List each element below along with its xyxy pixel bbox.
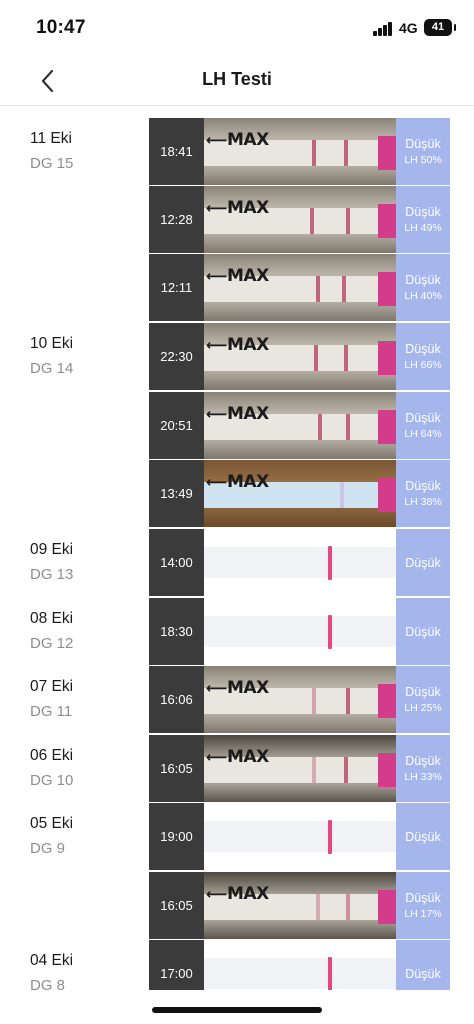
test-strip-photo: ⟵MAX <box>204 392 396 459</box>
result-badge: Düşük LH 33% <box>396 735 450 802</box>
max-label: ⟵MAX <box>206 678 269 698</box>
test-time: 12:28 <box>149 186 204 253</box>
lh-test-list: 11 Eki DG 15 18:41 ⟵MAX Düşük LH 50% 12:… <box>0 118 474 990</box>
max-label: ⟵MAX <box>206 266 269 286</box>
result-badge: Düşük LH 40% <box>396 254 450 321</box>
result-badge: Düşük LH 17% <box>396 872 450 939</box>
list-item[interactable]: 06 Eki DG 10 16:05 ⟵MAX Düşük LH 33% <box>0 735 474 803</box>
page-title: LH Testi <box>202 69 272 89</box>
test-time: 14:00 <box>149 529 204 596</box>
test-line <box>328 546 332 580</box>
battery-icon: 41 <box>424 19 456 36</box>
cycle-day-label: DG 11 <box>30 703 73 720</box>
test-strip-photo: ⟵MAX <box>204 735 396 802</box>
max-label: ⟵MAX <box>206 404 269 424</box>
date-group: 10 Eki DG 14 <box>30 335 73 377</box>
list-item[interactable]: 12:11 ⟵MAX Düşük LH 40% <box>0 254 474 322</box>
test-strip-photo: ⟵MAX <box>204 118 396 185</box>
list-item[interactable]: 05 Eki DG 9 19:00 Düşük <box>0 803 474 871</box>
list-item[interactable]: 10 Eki DG 14 22:30 ⟵MAX Düşük LH 66% <box>0 323 474 391</box>
list-item[interactable]: 08 Eki DG 12 18:30 Düşük <box>0 598 474 666</box>
date-group: 08 Eki DG 12 <box>30 610 73 652</box>
date-group: 11 Eki DG 15 <box>30 130 73 172</box>
test-strip-placeholder <box>204 803 396 870</box>
test-line <box>328 615 332 649</box>
date-group: 05 Eki DG 9 <box>30 815 73 857</box>
cycle-day-label: DG 15 <box>30 155 74 172</box>
result-badge: Düşük <box>396 598 450 665</box>
cycle-day-label: DG 9 <box>30 840 66 857</box>
result-badge: Düşük <box>396 803 450 870</box>
cycle-day-label: DG 10 <box>30 772 74 789</box>
list-item[interactable]: 16:05 ⟵MAX Düşük LH 17% <box>0 872 474 940</box>
cellular-signal-icon <box>373 22 395 36</box>
max-label: ⟵MAX <box>206 747 269 767</box>
list-item[interactable]: 09 Eki DG 13 14:00 Düşük <box>0 529 474 597</box>
status-bar: 10:47 4G 41 <box>0 0 474 56</box>
cycle-day-label: DG 8 <box>30 977 66 990</box>
test-strip-photo: ⟵MAX <box>204 323 396 390</box>
date-label: 10 Eki <box>30 335 74 352</box>
test-strip-photo: ⟵MAX <box>204 254 396 321</box>
max-label: ⟵MAX <box>206 130 269 150</box>
test-time: 20:51 <box>149 392 204 459</box>
date-label: 08 Eki <box>30 610 74 627</box>
test-time: 16:05 <box>149 735 204 802</box>
date-group: 07 Eki DG 11 <box>30 678 73 720</box>
result-badge: Düşük LH 49% <box>396 186 450 253</box>
list-item[interactable]: 13:49 ⟵MAX Düşük LH 38% <box>0 460 474 528</box>
date-label: 07 Eki <box>30 678 74 695</box>
test-time: 12:11 <box>149 254 204 321</box>
list-item[interactable]: 12:28 ⟵MAX Düşük LH 49% <box>0 186 474 254</box>
result-badge: Düşük LH 38% <box>396 460 450 527</box>
result-badge: Düşük <box>396 529 450 596</box>
test-time: 17:00 <box>149 940 204 990</box>
date-group: 04 Eki DG 8 <box>30 952 73 990</box>
date-label: 04 Eki <box>30 952 74 969</box>
date-group: 06 Eki DG 10 <box>30 747 73 789</box>
test-time: 13:49 <box>149 460 204 527</box>
list-item[interactable]: 11 Eki DG 15 18:41 ⟵MAX Düşük LH 50% <box>0 118 474 186</box>
test-time: 16:06 <box>149 666 204 733</box>
list-item[interactable]: 04 Eki DG 8 17:00 Düşük <box>0 940 474 990</box>
date-label: 05 Eki <box>30 815 74 832</box>
test-time: 18:41 <box>149 118 204 185</box>
result-badge: Düşük LH 66% <box>396 323 450 390</box>
max-label: ⟵MAX <box>206 335 269 355</box>
max-label: ⟵MAX <box>206 198 269 218</box>
test-strip-photo: ⟵MAX <box>204 186 396 253</box>
list-item[interactable]: 20:51 ⟵MAX Düşük LH 64% <box>0 392 474 460</box>
date-label: 09 Eki <box>30 541 74 558</box>
test-line <box>328 820 332 854</box>
test-strip-photo: ⟵MAX <box>204 872 396 939</box>
date-group: 09 Eki DG 13 <box>30 541 73 583</box>
test-line <box>328 957 332 990</box>
cycle-day-label: DG 12 <box>30 635 74 652</box>
result-badge: Düşük LH 64% <box>396 392 450 459</box>
test-strip-placeholder <box>204 940 396 990</box>
result-badge: Düşük <box>396 940 450 990</box>
test-strip-photo: ⟵MAX <box>204 666 396 733</box>
cycle-day-label: DG 14 <box>30 360 74 377</box>
test-strip-placeholder <box>204 529 396 596</box>
test-time: 19:00 <box>149 803 204 870</box>
result-badge: Düşük LH 25% <box>396 666 450 733</box>
date-label: 11 Eki <box>30 130 72 147</box>
max-label: ⟵MAX <box>206 884 269 904</box>
nav-bar: LH Testi <box>0 56 474 106</box>
network-type: 4G <box>399 20 418 36</box>
test-time: 22:30 <box>149 323 204 390</box>
status-time: 10:47 <box>36 17 86 38</box>
result-badge: Düşük LH 50% <box>396 118 450 185</box>
date-label: 06 Eki <box>30 747 74 764</box>
home-indicator[interactable] <box>152 1007 322 1013</box>
test-strip-photo: ⟵MAX <box>204 460 396 527</box>
cycle-day-label: DG 13 <box>30 566 74 583</box>
max-label: ⟵MAX <box>206 472 269 492</box>
test-strip-placeholder <box>204 598 396 665</box>
list-item[interactable]: 07 Eki DG 11 16:06 ⟵MAX Düşük LH 25% <box>0 666 474 734</box>
test-time: 16:05 <box>149 872 204 939</box>
test-time: 18:30 <box>149 598 204 665</box>
